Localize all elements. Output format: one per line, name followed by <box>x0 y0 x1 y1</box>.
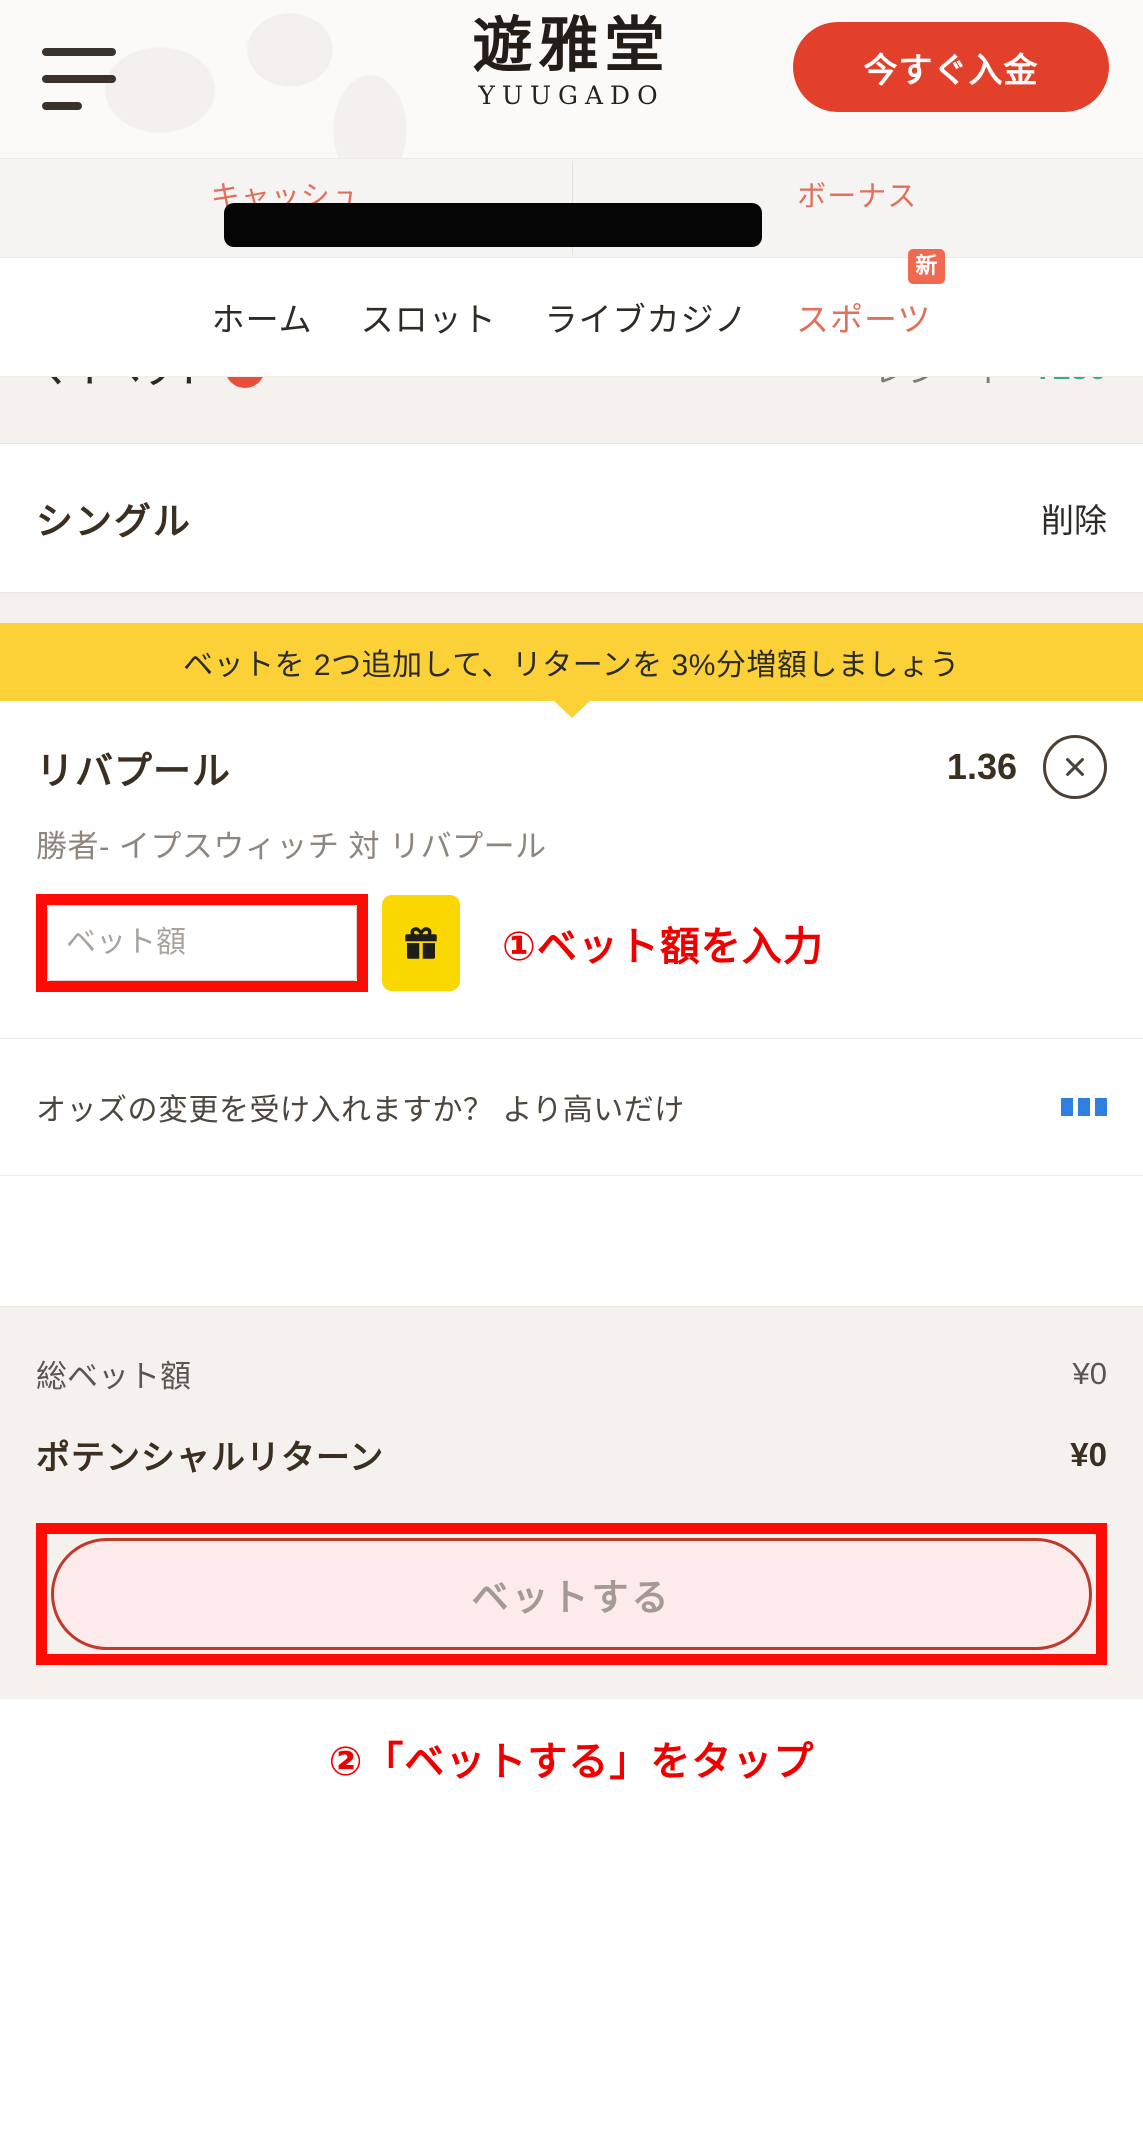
nav-item-home[interactable]: ホーム <box>210 287 315 347</box>
new-badge: 新 <box>908 249 946 284</box>
mybets-label: マイベット <box>36 377 211 392</box>
selection-odds: 1.36 <box>946 746 1017 787</box>
receipt-label: レシート <box>874 377 1010 392</box>
mobile-app-screen: 遊雅堂 YUUGADO 今すぐ入金 キャッシュ ボーナス ホーム スロット ライ… <box>0 0 1143 2152</box>
main-navigation: ホーム スロット ライブカジノ 新 スポーツ <box>0 249 1143 377</box>
annotation-step-1: ①ベット額を入力 <box>502 925 824 969</box>
hamburger-line-2 <box>42 75 116 83</box>
odds-change-acceptance-row[interactable]: オッズの変更を受け入れますか？ より高いだけ <box>0 1038 1143 1175</box>
total-stake-row: 総ベット額 ¥0 <box>36 1351 1107 1396</box>
selection-right-group: 1.36 <box>947 735 1107 799</box>
stake-row: ①ベット額を入力 <box>0 866 1143 1038</box>
single-bet-title: シングル <box>36 501 192 542</box>
annotation-step-2: ②「ベットする」をタップ <box>328 1740 815 1784</box>
potential-return-value: ¥0 <box>1070 1435 1107 1473</box>
bet-selection: リバプール 1.36 勝者- イプスウィッチ 対 リバプール <box>0 701 1143 866</box>
place-bet-button[interactable]: ベットする <box>51 1538 1092 1650</box>
total-stake-value: ¥0 <box>1072 1355 1107 1391</box>
bonus-balance-label: ボーナス <box>797 181 918 213</box>
hamburger-line-3 <box>42 102 82 110</box>
more-dots-icon[interactable] <box>1061 1098 1107 1116</box>
stake-input[interactable] <box>47 905 357 981</box>
single-bet-header: シングル 削除 <box>0 444 1143 593</box>
odds-change-acceptance-text: オッズの変更を受け入れますか？ より高いだけ <box>36 1094 685 1127</box>
header-background-art <box>40 0 560 158</box>
nav-item-sports-label: スポーツ <box>796 301 932 338</box>
dot-3 <box>1095 1098 1107 1116</box>
close-circle-icon[interactable] <box>1043 735 1107 799</box>
nav-item-slots[interactable]: スロット <box>359 287 499 347</box>
stake-input-highlight-box <box>36 894 368 992</box>
section-gap <box>0 593 1143 623</box>
delete-all-button[interactable]: 削除 <box>1041 494 1107 542</box>
gift-icon[interactable] <box>382 895 460 991</box>
annotation-step-2-wrap: ②「ベットする」をタップ <box>0 1699 1143 1787</box>
nav-item-slots-label: スロット <box>360 301 497 338</box>
promo-banner[interactable]: ベットを 2つ追加して、リターンを 3%分増額しましょう <box>0 623 1143 718</box>
selection-market: 勝者- イプスウィッチ 対 リバプール <box>36 829 547 864</box>
place-bet-wrap: ベットする <box>0 1523 1143 1699</box>
mybets-count-badge: 1 <box>225 377 265 388</box>
deposit-now-button[interactable]: 今すぐ入金 <box>793 22 1109 112</box>
dot-2 <box>1078 1098 1090 1116</box>
receipt-amount: ¥150 <box>1034 377 1107 387</box>
promo-banner-text: ベットを 2つ追加して、リターンを 3%分増額しましょう <box>183 649 960 682</box>
redacted-balance-value <box>224 203 762 247</box>
promo-banner-arrow <box>552 700 591 718</box>
bet-selection-top-row: リバプール 1.36 <box>36 735 1107 799</box>
balance-strip: キャッシュ ボーナス <box>0 159 1143 258</box>
dot-1 <box>1061 1098 1073 1116</box>
app-header: 遊雅堂 YUUGADO 今すぐ入金 <box>0 0 1143 159</box>
nav-item-live-casino[interactable]: ライブカジノ <box>543 287 750 347</box>
potential-return-label: ポテンシャルリターン <box>36 1439 385 1477</box>
hamburger-line-1 <box>42 48 116 56</box>
totals-section: 総ベット額 ¥0 ポテンシャルリターン ¥0 <box>0 1307 1143 1523</box>
nav-item-sports[interactable]: 新 スポーツ <box>794 249 946 347</box>
place-bet-highlight-box: ベットする <box>36 1523 1107 1665</box>
selection-name: リバプール <box>36 750 232 793</box>
hamburger-menu-icon[interactable] <box>42 48 116 110</box>
potential-return-row: ポテンシャルリターン ¥0 <box>36 1430 1107 1479</box>
empty-panel <box>0 1175 1143 1307</box>
mybets-tabs-row-clipped: マイベット 1 レシート ¥150 <box>0 377 1143 444</box>
nav-item-live-casino-label: ライブカジノ <box>544 301 748 338</box>
nav-item-home-label: ホーム <box>211 301 313 338</box>
betslip-panel: マイベット 1 レシート ¥150 シングル 削除 ベットを 2つ追加して、リタ… <box>0 377 1143 1699</box>
total-stake-label: 総ベット額 <box>36 1359 191 1394</box>
